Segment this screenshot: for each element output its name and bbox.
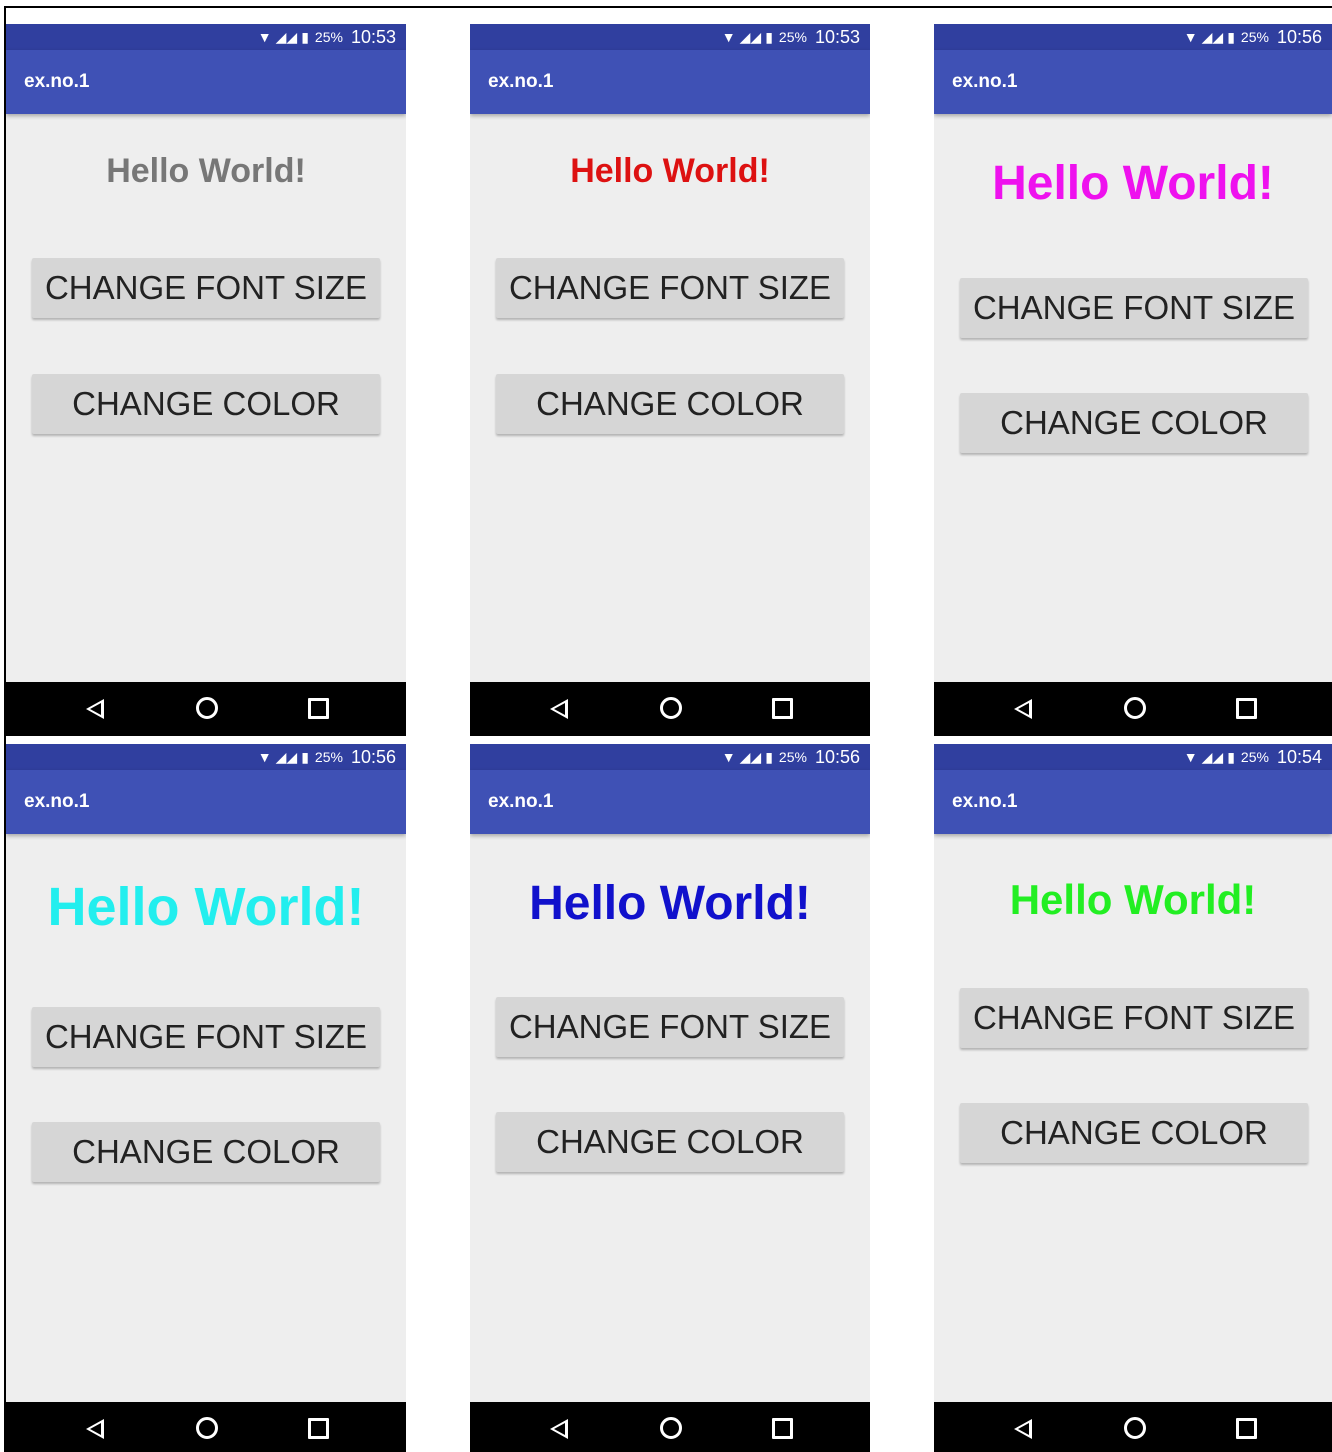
app-bar: ex.no.1 [470,50,870,114]
status-bar: ▼ ◢◢ ▮ 25% 10:53 [470,24,870,50]
change-color-button[interactable]: CHANGE COLOR [496,1112,844,1172]
app-bar: ex.no.1 [6,50,406,114]
battery-percent: 25% [778,749,807,765]
change-font-size-button[interactable]: CHANGE FONT SIZE [960,988,1308,1048]
change-font-size-button[interactable]: CHANGE FONT SIZE [960,278,1308,338]
change-font-size-button[interactable]: CHANGE FONT SIZE [32,1007,380,1067]
battery-icon: ▮ [1227,29,1235,45]
home-icon[interactable] [196,697,218,719]
phone-screen-1: ▼ ◢◢ ▮ 25% 10:53 ex.no.1 Hello World! CH… [6,24,406,736]
battery-percent: 25% [1240,749,1269,765]
hello-text: Hello World! [570,152,770,190]
status-bar: ▼ ◢◢ ▮ 25% 10:53 [6,24,406,50]
signal-icon: ◢◢ [1201,749,1224,765]
status-time: 10:56 [1276,26,1322,47]
back-icon[interactable] [1014,1419,1032,1439]
status-time: 10:56 [350,746,396,767]
battery-icon: ▮ [301,749,309,765]
phone-screen-4: ▼ ◢◢ ▮ 25% 10:56 ex.no.1 Hello World! CH… [6,744,406,1452]
status-time: 10:53 [350,26,396,47]
signal-icon: ◢◢ [275,749,298,765]
status-time: 10:53 [814,26,860,47]
battery-icon: ▮ [765,749,773,765]
wifi-icon: ▼ [721,29,736,45]
battery-percent: 25% [778,29,807,45]
wifi-icon: ▼ [1183,29,1198,45]
change-font-size-button[interactable]: CHANGE FONT SIZE [496,258,844,318]
app-bar: ex.no.1 [934,50,1332,114]
status-bar: ▼ ◢◢ ▮ 25% 10:56 [934,24,1332,50]
wifi-icon: ▼ [721,749,736,765]
back-icon[interactable] [86,1419,104,1439]
change-font-size-button[interactable]: CHANGE FONT SIZE [32,258,380,318]
navigation-bar [6,682,406,736]
app-bar: ex.no.1 [934,770,1332,834]
change-color-button[interactable]: CHANGE COLOR [496,374,844,434]
battery-percent: 25% [314,749,343,765]
home-icon[interactable] [660,1417,682,1439]
status-bar: ▼ ◢◢ ▮ 25% 10:54 [934,744,1332,770]
recents-icon[interactable] [1236,1418,1257,1439]
signal-icon: ◢◢ [275,29,298,45]
change-color-button[interactable]: CHANGE COLOR [960,1103,1308,1163]
frame-border [4,6,1332,8]
change-color-button[interactable]: CHANGE COLOR [32,1122,380,1182]
wifi-icon: ▼ [257,29,272,45]
app-title: ex.no.1 [488,791,554,812]
back-icon[interactable] [1014,699,1032,719]
status-time: 10:54 [1276,746,1322,767]
status-bar: ▼ ◢◢ ▮ 25% 10:56 [6,744,406,770]
status-time: 10:56 [814,746,860,767]
hello-text: Hello World! [106,152,306,190]
home-icon[interactable] [1124,697,1146,719]
wifi-icon: ▼ [257,749,272,765]
hello-text: Hello World! [529,877,811,930]
signal-icon: ◢◢ [739,749,762,765]
hello-text: Hello World! [1009,876,1257,923]
wifi-icon: ▼ [1183,749,1198,765]
home-icon[interactable] [196,1417,218,1439]
recents-icon[interactable] [1236,698,1257,719]
home-icon[interactable] [1124,1417,1146,1439]
battery-icon: ▮ [765,29,773,45]
recents-icon[interactable] [772,1418,793,1439]
navigation-bar [6,1402,406,1452]
app-title: ex.no.1 [24,791,90,812]
navigation-bar [934,1402,1332,1452]
back-icon[interactable] [550,699,568,719]
app-title: ex.no.1 [952,791,1018,812]
signal-icon: ◢◢ [739,29,762,45]
phone-screen-3: ▼ ◢◢ ▮ 25% 10:56 ex.no.1 Hello World! CH… [934,24,1332,736]
navigation-bar [470,682,870,736]
back-icon[interactable] [86,699,104,719]
app-title: ex.no.1 [488,71,554,92]
battery-percent: 25% [314,29,343,45]
battery-icon: ▮ [1227,749,1235,765]
app-title: ex.no.1 [952,71,1018,92]
change-color-button[interactable]: CHANGE COLOR [32,374,380,434]
recents-icon[interactable] [308,1418,329,1439]
phone-screen-5: ▼ ◢◢ ▮ 25% 10:56 ex.no.1 Hello World! CH… [470,744,870,1452]
hello-text: Hello World! [992,157,1274,210]
phone-screen-2: ▼ ◢◢ ▮ 25% 10:53 ex.no.1 Hello World! CH… [470,24,870,736]
navigation-bar [934,682,1332,736]
hello-text: Hello World! [47,877,365,937]
recents-icon[interactable] [308,698,329,719]
app-title: ex.no.1 [24,71,90,92]
change-color-button[interactable]: CHANGE COLOR [960,393,1308,453]
signal-icon: ◢◢ [1201,29,1224,45]
app-bar: ex.no.1 [470,770,870,834]
app-bar: ex.no.1 [6,770,406,834]
battery-percent: 25% [1240,29,1269,45]
home-icon[interactable] [660,697,682,719]
recents-icon[interactable] [772,698,793,719]
phone-screen-6: ▼ ◢◢ ▮ 25% 10:54 ex.no.1 Hello World! CH… [934,744,1332,1452]
back-icon[interactable] [550,1419,568,1439]
navigation-bar [470,1402,870,1452]
battery-icon: ▮ [301,29,309,45]
status-bar: ▼ ◢◢ ▮ 25% 10:56 [470,744,870,770]
change-font-size-button[interactable]: CHANGE FONT SIZE [496,997,844,1057]
